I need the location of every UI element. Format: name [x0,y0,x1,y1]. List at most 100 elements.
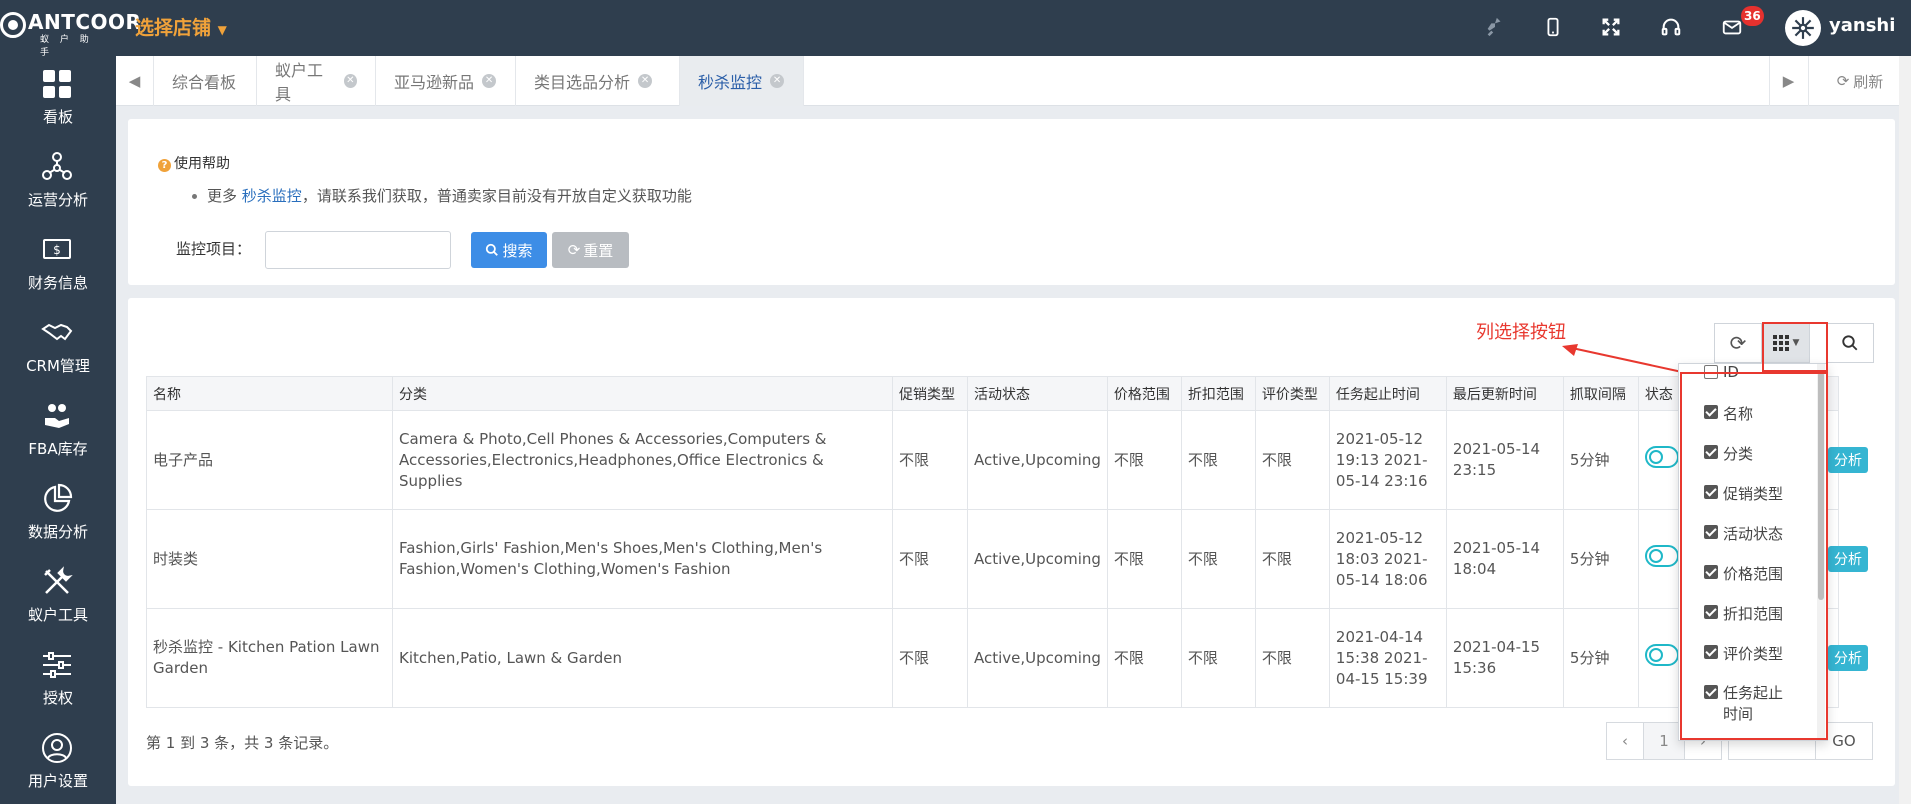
cell-interval: 5分钟 [1562,608,1639,708]
toolbar-refresh-button[interactable]: ⟳ [1714,323,1762,363]
table-header-row: 名称 分类 促销类型 活动状态 价格范围 折扣范围 评价类型 任务起止时间 最后… [146,376,1839,411]
col-category-header[interactable]: 分类 [392,376,893,411]
monitor-item-label: 监控项目： [176,240,252,258]
caret-down-icon: ▼ [217,23,227,37]
reset-button[interactable]: ⟳ 重置 [552,232,629,268]
close-icon[interactable]: ✕ [770,74,785,88]
page-scrollbar[interactable] [1899,56,1911,804]
close-icon[interactable]: ✕ [343,74,357,88]
double-chevron-right-icon: ▶ [1782,72,1795,90]
help-link[interactable]: 秒杀监控 [242,187,302,205]
tab-label: 秒杀监控 [698,73,763,92]
prev-page-button[interactable]: ‹ [1606,722,1644,760]
col-review-header[interactable]: 评价类型 [1254,376,1330,411]
sidebar-item-label: 蚁户工具 [27,606,88,624]
search-icon [1842,335,1858,351]
table-row: 电子产品 Camera & Photo,Cell Phones & Access… [146,410,1839,510]
logo-mark-icon [0,12,26,38]
analyze-button[interactable]: 分析 [1828,447,1868,473]
tabs-scroll-left-button[interactable]: ◀ [116,56,154,106]
refresh-icon: ⟳ [567,241,581,259]
status-toggle[interactable] [1644,644,1679,666]
status-toggle[interactable] [1644,545,1679,567]
sidebar-item-operations[interactable]: 运营分析 [0,139,116,222]
help-text: 更多 秒杀监控，请联系我们获取，普通卖家目前没有开放自定义获取功能 [192,185,692,206]
cell-review: 不限 [1254,410,1330,510]
cell-task-time: 2021-04-14 15:38 2021-04-15 15:39 [1328,608,1447,708]
help-suffix: ，请联系我们获取，普通卖家目前没有开放自定义获取功能 [301,187,692,205]
plug-icon[interactable] [1480,12,1510,42]
store-select-dropdown[interactable]: 选择店铺 ▼ [135,13,227,40]
mobile-icon[interactable] [1538,12,1568,42]
close-icon[interactable]: ✕ [482,74,497,88]
cell-price: 不限 [1106,410,1182,510]
bullet-icon [192,194,197,199]
sidebar-item-label: 运营分析 [27,191,88,209]
tools-icon [44,566,73,594]
col-interval-header[interactable]: 抓取间隔 [1562,376,1639,411]
sidebar-item-fba[interactable]: FBA库存 [0,388,116,471]
sidebar-item-label: CRM管理 [26,357,90,375]
tab-overview[interactable]: 综合看板 [154,56,257,106]
money-icon: $ [43,239,71,259]
analyze-button[interactable]: 分析 [1828,645,1868,671]
logo[interactable]: ANTCOOR 蚁 户 助 手 [0,6,141,58]
sidebar-item-label: 财务信息 [27,274,88,292]
cell-review: 不限 [1254,509,1330,609]
username[interactable]: yanshi [1829,15,1895,36]
col-updated-header[interactable]: 最后更新时间 [1445,376,1564,411]
cell-task-time: 2021-05-12 19:13 2021-05-14 23:16 [1328,410,1447,510]
tab-category-analysis[interactable]: 类目选品分析 ✕ [516,56,680,106]
pagination-summary: 第 1 到 3 条，共 3 条记录。 [146,734,339,752]
col-price-header[interactable]: 价格范围 [1106,376,1182,411]
headset-icon[interactable] [1656,12,1686,42]
sidebar-item-user-settings[interactable]: 用户设置 [0,720,116,803]
user-icon [42,733,72,763]
toolbar-search-button[interactable] [1826,323,1874,363]
cell-interval: 5分钟 [1562,509,1639,609]
sidebar-item-data-analysis[interactable]: 数据分析 [0,471,116,554]
help-title-text: 使用帮助 [174,156,230,172]
tab-flash-sale-monitor[interactable]: 秒杀监控 ✕ [680,56,804,106]
fullscreen-icon[interactable] [1596,12,1626,42]
col-task-time-header[interactable]: 任务起止时间 [1328,376,1447,411]
avatar[interactable] [1785,10,1821,46]
tabs-scroll-right-button[interactable]: ▶ [1769,56,1807,106]
close-icon[interactable]: ✕ [638,74,653,88]
annotation-label: 列选择按钮 [1476,322,1566,343]
cell-task-time: 2021-05-12 18:03 2021-05-14 18:06 [1328,509,1447,609]
refresh-button[interactable]: ⟳ 刷新 [1808,56,1911,106]
analyze-button[interactable]: 分析 [1828,546,1868,572]
search-button[interactable]: 搜索 [471,232,547,268]
cell-activity: Active,Upcoming [967,509,1108,609]
cell-discount: 不限 [1180,608,1256,708]
col-promo-header[interactable]: 促销类型 [892,376,968,411]
cell-discount: 不限 [1180,509,1256,609]
cell-review: 不限 [1254,608,1330,708]
sidebar-item-finance[interactable]: $ 财务信息 [0,222,116,305]
col-discount-header[interactable]: 折扣范围 [1180,376,1256,411]
status-toggle[interactable] [1644,446,1679,468]
col-activity-header[interactable]: 活动状态 [967,376,1108,411]
annotation-highlight-box [1762,322,1828,372]
cell-name: 时装类 [146,509,393,609]
sidebar-item-crm[interactable]: CRM管理 [0,305,116,388]
table-row: 时装类 Fashion,Girls' Fashion,Men's Shoes,M… [146,509,1839,609]
reset-button-label: 重置 [583,241,614,260]
sliders-icon [43,652,71,678]
hand-people-icon [45,404,69,428]
help-title: ? 使用帮助 [158,153,230,173]
sidebar-item-tools[interactable]: 蚁户工具 [0,554,116,637]
col-name-header[interactable]: 名称 [146,376,393,411]
help-filter-panel: ? 使用帮助 更多 秒杀监控，请联系我们获取，普通卖家目前没有开放自定义获取功能 … [128,119,1895,285]
sidebar-item-label: 授权 [42,689,73,707]
refresh-icon: ⟳ [1836,72,1850,90]
sidebar-item-label: 数据分析 [27,523,88,541]
monitor-item-input[interactable] [265,231,451,269]
tab-amazon-new[interactable]: 亚马逊新品 ✕ [376,56,516,106]
sidebar-item-dashboard[interactable]: 看板 [0,56,116,139]
tab-label: 亚马逊新品 [394,73,475,92]
sidebar-item-authorization[interactable]: 授权 [0,637,116,720]
pie-chart-icon [44,483,73,512]
tab-ant-tools[interactable]: 蚁户工具 ✕ [257,56,376,106]
